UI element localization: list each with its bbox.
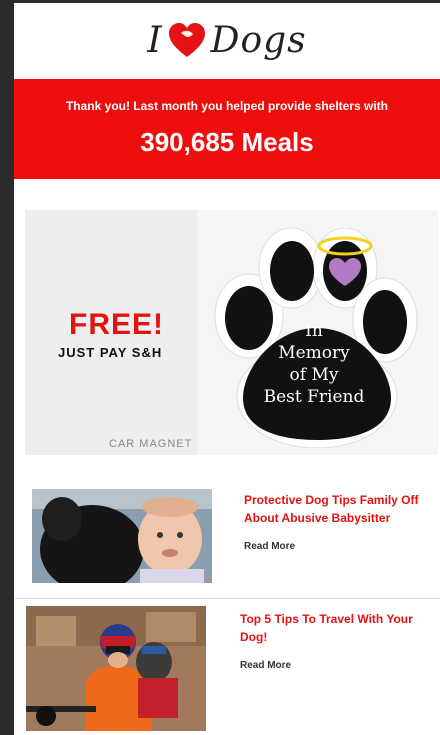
- read-more-link[interactable]: Read More: [244, 541, 295, 552]
- article-image-dog-motorcycle[interactable]: [26, 606, 206, 731]
- magnet-line-2: Memory: [278, 343, 350, 363]
- article-item[interactable]: Protective Dog Tips Family Off About Abu…: [14, 487, 440, 587]
- promo-caption: CAR MAGNET: [109, 438, 193, 450]
- article-title[interactable]: Top 5 Tips To Travel With Your Dog!: [240, 610, 413, 646]
- window-frame-left: [0, 0, 14, 735]
- logo-text-i: I: [147, 20, 163, 61]
- magnet-line-1: In: [305, 321, 323, 341]
- article-title[interactable]: Protective Dog Tips Family Off About Abu…: [244, 491, 418, 527]
- article-title-line: About Abusive Babysitter: [244, 511, 391, 525]
- article-title-line: Top 5 Tips To Travel With Your: [240, 612, 413, 626]
- dog-motorcycle-photo: [26, 606, 206, 731]
- magnet-line-3: of My: [289, 365, 339, 385]
- site-logo[interactable]: I Dogs: [14, 3, 440, 78]
- article-title-line: Protective Dog Tips Family Off: [244, 493, 419, 507]
- car-magnet-promo[interactable]: FREE! JUST PAY S&H CAR MAGNET In Memory …: [25, 210, 438, 455]
- heart-icon: [168, 22, 205, 57]
- magnet-line-4: Best Friend: [263, 387, 365, 407]
- promo-headline: FREE!: [69, 308, 164, 341]
- logo-text-dogs: Dogs: [210, 20, 307, 61]
- read-more-link[interactable]: Read More: [240, 660, 291, 671]
- email-body[interactable]: I Dogs Thank you! Last month you helped …: [14, 3, 440, 735]
- banner-thank-you-text: Thank you! Last month you helped provide…: [65, 99, 389, 113]
- banner-meals-count: 390,685 Meals: [140, 127, 314, 157]
- article-title-line: Dog!: [240, 630, 268, 644]
- promo-subline: JUST PAY S&H: [58, 345, 163, 360]
- dog-baby-photo: [32, 489, 212, 583]
- article-divider: [14, 598, 440, 599]
- article-item[interactable]: Top 5 Tips To Travel With Your Dog! Read…: [14, 606, 440, 735]
- article-image-dog-baby[interactable]: [32, 489, 212, 583]
- meals-banner: Thank you! Last month you helped provide…: [14, 79, 440, 179]
- magnet-text: In Memory of My Best Friend: [259, 320, 369, 408]
